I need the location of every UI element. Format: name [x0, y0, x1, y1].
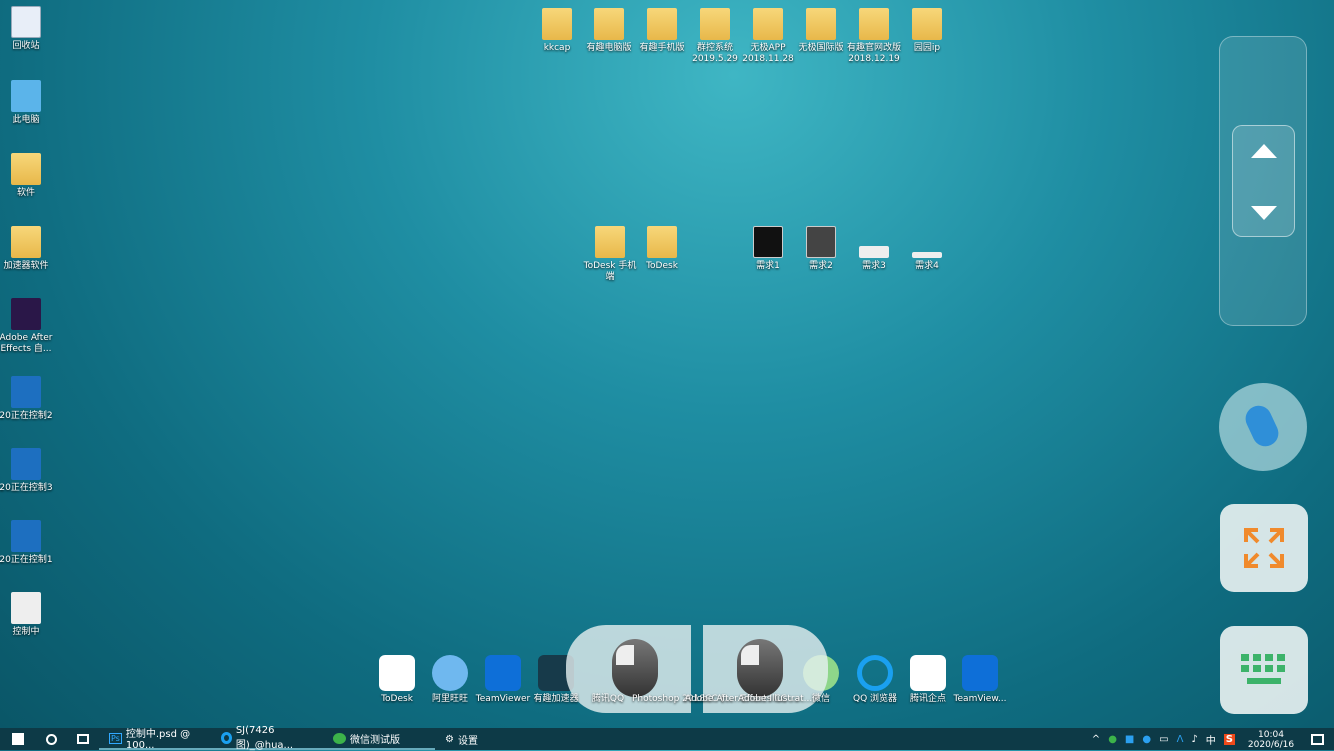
desktop-icon[interactable]: 有趣手机版: [634, 8, 690, 54]
keyboard-icon: [1241, 654, 1285, 684]
desktop-icon[interactable]: Adobe After Effects 自...: [0, 298, 54, 355]
desktop-icon[interactable]: 回收站: [0, 6, 54, 52]
dock-icon[interactable]: QQ 浏览器: [853, 655, 897, 705]
desktop-icon[interactable]: 20正在控制1: [0, 520, 54, 566]
dock-icon[interactable]: ToDesk: [375, 655, 419, 705]
folder-icon: [595, 226, 625, 258]
todesk-icon: [379, 655, 415, 691]
desktop-icon[interactable]: 20正在控制3: [0, 448, 54, 494]
ime-indicator[interactable]: 中: [1206, 732, 1216, 747]
wechat-icon: [333, 732, 346, 744]
psd-icon: [11, 592, 41, 624]
folder-icon: [753, 8, 783, 40]
fullscreen-button[interactable]: [1220, 504, 1308, 592]
desktop-icon[interactable]: 20正在控制2: [0, 376, 54, 422]
folder-icon: [647, 226, 677, 258]
desktop-icon[interactable]: ToDesk 手机端: [582, 226, 638, 283]
dock-icon[interactable]: 腾讯企点: [906, 655, 950, 705]
desktop-icon[interactable]: 需求1: [740, 226, 796, 272]
taskbar-item[interactable]: 微信测试版: [323, 728, 435, 750]
computer-icon: [11, 80, 41, 112]
recycle-bin-icon: [11, 6, 41, 38]
folder-icon: [11, 226, 41, 258]
taskbar-item[interactable]: ⚙ 设置: [435, 728, 547, 750]
dock-icon[interactable]: TeamView...: [954, 655, 1006, 705]
expand-icon: [1244, 528, 1284, 568]
sogou-icon[interactable]: S: [1223, 733, 1235, 745]
mouse-right-icon: [737, 639, 783, 697]
folder-icon: [11, 153, 41, 185]
desktop-icon[interactable]: 加速器软件: [0, 226, 54, 272]
chevron-up-icon[interactable]: ^: [1092, 734, 1100, 745]
scroll-up-icon[interactable]: [1251, 144, 1277, 158]
task-view-icon: [77, 734, 89, 744]
volume-icon[interactable]: ♪: [1191, 734, 1197, 745]
dock-icon[interactable]: 阿里旺旺: [428, 655, 472, 705]
folder-icon: [594, 8, 624, 40]
desktop-icon[interactable]: ToDesk: [634, 226, 690, 272]
gear-icon: ⚙: [445, 733, 454, 745]
task-view-button[interactable]: [67, 728, 99, 750]
teamviewer-tray-icon[interactable]: ●: [1142, 734, 1151, 745]
clock[interactable]: 10:04 2020/6/16: [1241, 728, 1301, 750]
image-icon: [753, 226, 783, 258]
qq-browser-icon: [221, 732, 232, 744]
teamviewer-icon: [962, 655, 998, 691]
desktop-icon[interactable]: 需求3: [846, 226, 902, 272]
windows-icon: [12, 733, 24, 745]
mouse-mode-button[interactable]: [1219, 383, 1307, 471]
todesk-tray-icon[interactable]: ■: [1125, 734, 1134, 745]
folder-icon: [700, 8, 730, 40]
folder-icon: [912, 8, 942, 40]
desktop-icon[interactable]: 无极国际版: [793, 8, 849, 54]
after-effects-icon: [11, 298, 41, 330]
folder-icon: [542, 8, 572, 40]
dock-icon[interactable]: TeamViewer: [476, 655, 530, 705]
network-icon[interactable]: ▭: [1159, 734, 1168, 745]
photoshop-icon: Ps: [109, 732, 122, 744]
desktop-icon[interactable]: 软件: [0, 153, 54, 199]
desktop-icon[interactable]: 群控系统 2019.5.29: [687, 8, 743, 65]
notification-button[interactable]: [1301, 728, 1334, 750]
psd-icon: [11, 448, 41, 480]
folder-icon: [806, 8, 836, 40]
teamviewer-icon: [485, 655, 521, 691]
notification-icon: [1311, 733, 1324, 745]
start-button[interactable]: [0, 728, 36, 750]
aliwangwang-icon: [432, 655, 468, 691]
scroll-panel: [1219, 36, 1307, 326]
desktop-icon[interactable]: 需求4: [899, 226, 955, 272]
folder-icon: [859, 8, 889, 40]
taskbar: Ps 控制中.psd @ 100... SJ(7426图)_@hua... 微信测…: [0, 725, 1334, 751]
psd-icon: [11, 376, 41, 408]
cortana-icon: [46, 733, 57, 745]
desktop-icon[interactable]: 需求2: [793, 226, 849, 272]
scroll-control[interactable]: [1232, 125, 1295, 237]
image-icon: [859, 246, 889, 258]
folder-icon: [647, 8, 677, 40]
desktop-icon[interactable]: 此电脑: [0, 80, 54, 126]
qq-browser-icon: [857, 655, 893, 691]
search-button[interactable]: [36, 728, 67, 750]
qidian-tray-icon[interactable]: Λ: [1177, 734, 1184, 745]
system-tray: ^ ● ■ ● ▭ Λ ♪ 中 S: [1086, 728, 1241, 750]
wechat-tray-icon[interactable]: ●: [1108, 734, 1117, 745]
image-icon: [912, 252, 942, 258]
keyboard-button[interactable]: [1220, 626, 1308, 714]
taskbar-item[interactable]: Ps 控制中.psd @ 100...: [99, 728, 211, 751]
desktop-icon[interactable]: 有趣电脑版: [581, 8, 637, 54]
desktop-icon[interactable]: 有趣官网改版 2018.12.19: [846, 8, 902, 65]
image-icon: [806, 226, 836, 258]
desktop-icon[interactable]: kkcap: [529, 8, 585, 54]
tencent-qidian-icon: [910, 655, 946, 691]
desktop-icon[interactable]: 园园ip: [899, 8, 955, 54]
desktop-icon[interactable]: 控制中: [0, 592, 54, 638]
taskbar-item[interactable]: SJ(7426图)_@hua...: [211, 725, 323, 751]
desktop-icon[interactable]: 无极APP 2018.11.28: [740, 8, 796, 65]
scroll-down-icon[interactable]: [1251, 206, 1277, 220]
mouse-left-icon: [612, 639, 658, 697]
mouse-icon: [1241, 401, 1283, 451]
psd-icon: [11, 520, 41, 552]
